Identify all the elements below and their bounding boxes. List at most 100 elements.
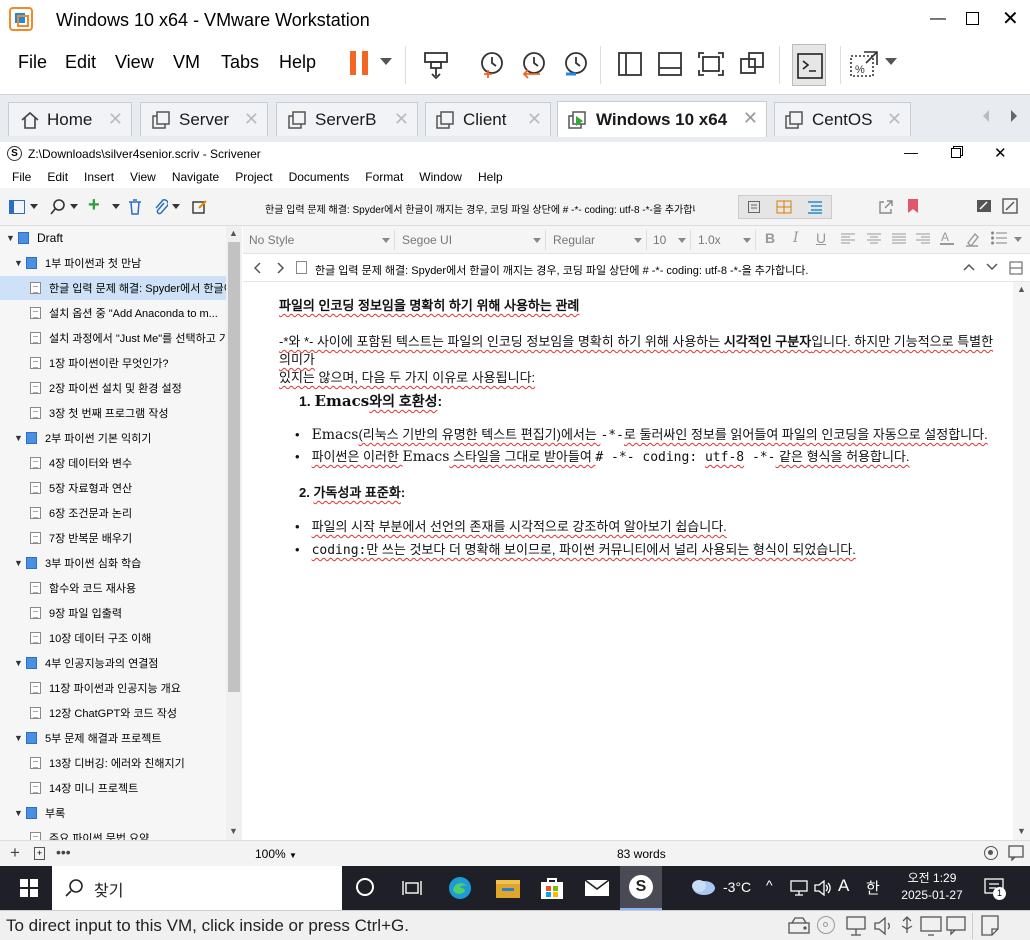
thumbnail-bar-icon[interactable] xyxy=(657,51,683,77)
align-left-icon[interactable] xyxy=(841,233,855,245)
menu-edit[interactable]: Edit xyxy=(65,52,96,73)
close-icon[interactable]: ✕ xyxy=(527,109,542,130)
trash-icon[interactable] xyxy=(128,199,142,215)
back-icon[interactable] xyxy=(253,262,261,274)
split-icon[interactable] xyxy=(1009,261,1023,275)
binder-item-doc[interactable]: 12장 ChatGPT와 코드 작성 xyxy=(0,701,226,725)
full-screen-icon[interactable] xyxy=(697,51,725,77)
size-select[interactable]: 10 xyxy=(649,230,691,250)
scroll-thumb[interactable] xyxy=(228,242,240,692)
editor-text-area[interactable]: 파일의 인코딩 정보임을 명확히 하기 위해 사용하는 관례 -*와 *- 사이… xyxy=(243,282,1013,840)
binder-item-doc[interactable]: 설치 과정에서 "Just Me"를 선택하고 기... xyxy=(0,326,226,350)
notification-icon[interactable]: 1 xyxy=(984,878,1006,900)
align-center-icon[interactable] xyxy=(867,233,881,245)
menu-view[interactable]: View xyxy=(115,52,154,73)
usb-icon[interactable] xyxy=(898,916,916,936)
list-icon[interactable] xyxy=(991,231,1007,245)
share-icon[interactable] xyxy=(878,199,894,215)
chevron-up-icon[interactable] xyxy=(963,263,975,271)
font-select[interactable]: Segoe UI xyxy=(398,230,546,250)
ime-mode[interactable]: A xyxy=(838,876,849,896)
menu-file[interactable]: File xyxy=(12,170,31,184)
scrivener-taskbar-button[interactable]: S xyxy=(620,866,662,910)
chevron-down-icon[interactable] xyxy=(986,263,998,271)
windows-start-icon[interactable] xyxy=(20,879,38,897)
task-view-icon[interactable] xyxy=(402,878,422,898)
binder-item-doc[interactable]: 6장 조건문과 논리 xyxy=(0,501,226,525)
zoom-select[interactable]: 100% ▼ xyxy=(255,847,297,861)
disclosure-triangle-icon[interactable]: ▼ xyxy=(14,433,24,443)
align-justify-icon[interactable] xyxy=(892,233,906,245)
binder-item-doc[interactable]: 11장 파이썬과 인공지능 개요 xyxy=(0,676,226,700)
display-icon[interactable] xyxy=(920,916,942,936)
binder-toggle-icon[interactable] xyxy=(9,200,25,214)
binder-item-doc[interactable]: 5장 자료형과 연산 xyxy=(0,476,226,500)
italic-icon[interactable]: I xyxy=(793,230,799,246)
chevron-down-icon[interactable] xyxy=(112,204,120,209)
menu-help[interactable]: Help xyxy=(478,170,503,184)
spacing-select[interactable]: 1.0x xyxy=(694,230,756,250)
binder-item-folder[interactable]: ▼ 5부 문제 해결과 프로젝트 xyxy=(0,726,226,750)
menu-documents[interactable]: Documents xyxy=(289,170,350,184)
pause-icon[interactable] xyxy=(348,50,372,76)
more-icon[interactable]: ••• xyxy=(56,844,71,860)
binder-item-doc[interactable]: 1장 파이썬이란 무엇인가? xyxy=(0,351,226,375)
comments-icon[interactable] xyxy=(1008,845,1024,861)
tab-windows10[interactable]: Windows 10 x64 ✕ xyxy=(557,101,767,137)
tab-home[interactable]: Home ✕ xyxy=(8,102,132,136)
binder-item-doc[interactable]: 주요 파이썬 문법 요약 xyxy=(0,826,226,840)
snapshot-manager-icon[interactable] xyxy=(562,50,590,80)
tab-client[interactable]: Client ✕ xyxy=(425,102,551,136)
file-explorer-icon[interactable] xyxy=(496,878,520,898)
add-folder-icon[interactable]: + xyxy=(34,847,45,860)
network-adapter-icon[interactable] xyxy=(846,916,866,936)
close-button[interactable]: ✕ xyxy=(994,144,1007,162)
weight-select[interactable]: Regular xyxy=(549,230,647,250)
store-icon[interactable] xyxy=(540,876,564,900)
binder-item-doc[interactable]: 한글 입력 문제 해결: Spyder에서 한글이 ... xyxy=(0,276,226,300)
binder-item-folder[interactable]: ▼ 1부 파이썬과 첫 만남 xyxy=(0,251,226,275)
binder-item-folder[interactable]: ▼ 4부 인공지능과의 연결점 xyxy=(0,651,226,675)
revert-snapshot-icon[interactable] xyxy=(520,50,548,80)
menu-insert[interactable]: Insert xyxy=(84,170,114,184)
chevron-down-icon[interactable] xyxy=(885,58,897,66)
message-icon[interactable] xyxy=(946,916,966,936)
bold-icon[interactable]: B xyxy=(765,230,775,246)
binder-scrollbar[interactable]: ▲ ▼ xyxy=(226,226,242,840)
menu-navigate[interactable]: Navigate xyxy=(172,170,219,184)
chevron-down-icon[interactable] xyxy=(380,58,392,66)
close-button[interactable]: ✕ xyxy=(1002,6,1019,31)
minimize-button[interactable]: — xyxy=(930,10,946,28)
scroll-down-icon[interactable]: ▼ xyxy=(1017,826,1026,836)
library-icon[interactable] xyxy=(617,51,643,77)
tab-server[interactable]: Server ✕ xyxy=(140,102,268,136)
close-icon[interactable]: ✕ xyxy=(244,109,259,130)
text-color-icon[interactable]: A xyxy=(940,230,954,246)
editor-scrollbar[interactable]: ▲ ▼ xyxy=(1013,282,1030,840)
restore-button[interactable] xyxy=(951,148,961,158)
tab-serverb[interactable]: ServerB ✕ xyxy=(276,102,418,136)
style-select[interactable]: No Style xyxy=(245,230,395,250)
sound-card-icon[interactable] xyxy=(874,916,894,936)
attachment-icon[interactable] xyxy=(154,199,168,215)
disclosure-triangle-icon[interactable]: ▼ xyxy=(14,558,24,568)
binder-item-doc[interactable]: 설치 옵션 중 "Add Anaconda to m... xyxy=(0,301,226,325)
weather-temp[interactable]: -3°C xyxy=(723,879,751,895)
snapshot-icon[interactable] xyxy=(478,50,506,80)
add-icon[interactable]: + xyxy=(88,194,100,217)
close-icon[interactable]: ✕ xyxy=(743,108,758,129)
send-ctrl-alt-del-icon[interactable] xyxy=(422,50,450,80)
highlight-icon[interactable] xyxy=(965,231,979,247)
menu-tabs[interactable]: Tabs xyxy=(221,52,259,73)
binder-item-folder[interactable]: ▼ 부록 xyxy=(0,801,226,825)
close-icon[interactable]: ✕ xyxy=(887,109,902,130)
binder-item-doc[interactable]: 4장 데이터와 변수 xyxy=(0,451,226,475)
binder-item-doc[interactable]: 13장 디버깅: 에러와 친해지기 xyxy=(0,751,226,775)
binder-item-doc[interactable]: 9장 파일 입출력 xyxy=(0,601,226,625)
menu-project[interactable]: Project xyxy=(235,170,272,184)
scroll-up-icon[interactable]: ▲ xyxy=(229,228,238,238)
bookmark-icon[interactable] xyxy=(907,198,919,214)
close-icon[interactable]: ✕ xyxy=(394,109,409,130)
tab-scroll-left-icon[interactable] xyxy=(982,110,990,122)
binder-item-doc[interactable]: 2장 파이썬 설치 및 환경 설정 xyxy=(0,376,226,400)
